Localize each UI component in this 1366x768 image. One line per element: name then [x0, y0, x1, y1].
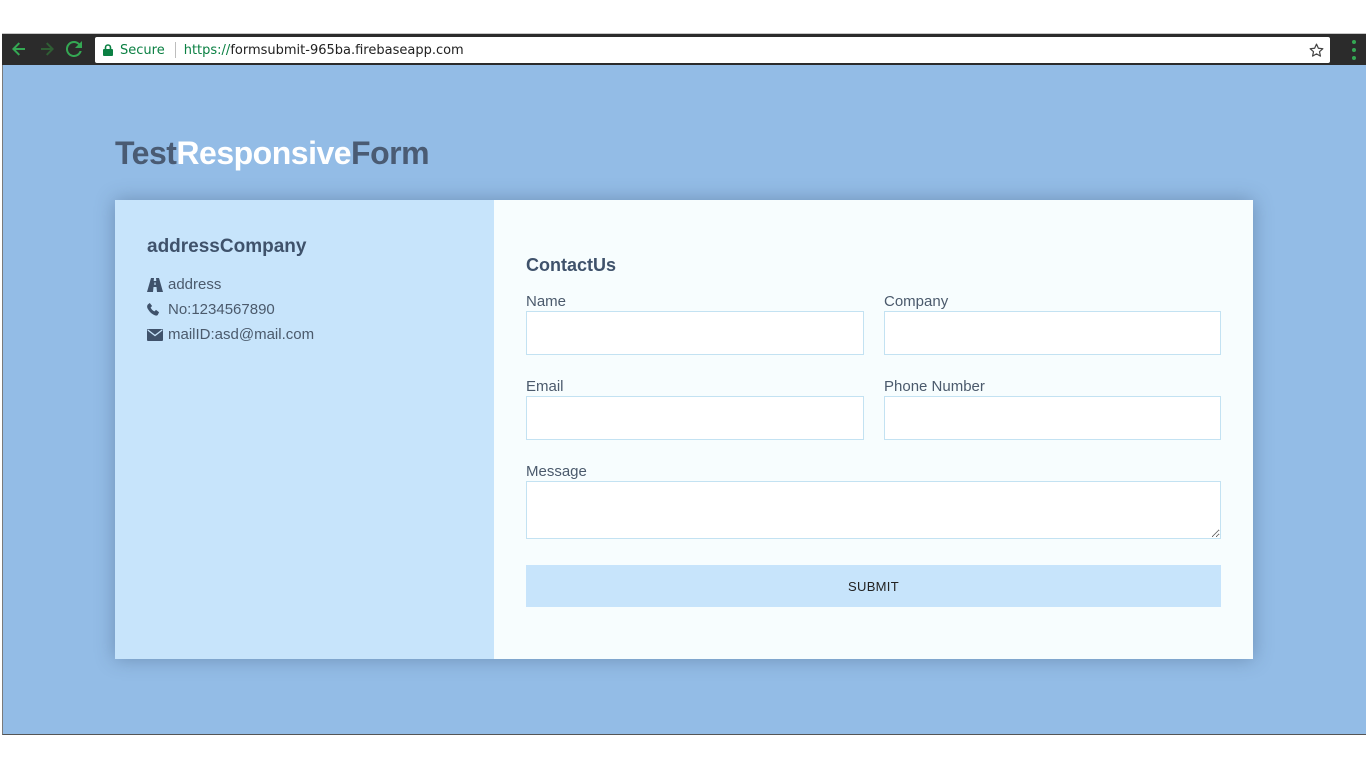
back-arrow-icon[interactable] [7, 37, 31, 61]
company-info-panel: addressCompany address No:1234567890 mai… [115, 200, 494, 659]
phone-icon [147, 303, 163, 317]
form-title: ContactUs [526, 255, 617, 275]
name-input[interactable] [526, 311, 864, 355]
address-bar[interactable]: Secure https:// formsubmit-965ba.firebas… [95, 37, 1330, 63]
email-input[interactable] [526, 396, 864, 440]
road-icon [147, 277, 163, 292]
company-title: addressCompany [147, 236, 307, 257]
company-input[interactable] [884, 311, 1221, 355]
list-item-address: address [147, 272, 494, 297]
page-background: TestResponsiveForm addressCompany addres… [2, 65, 1366, 735]
message-label: Message [526, 463, 587, 480]
contact-form-panel: ContactUs Name Company Email Phone Numbe… [494, 200, 1253, 659]
message-textarea[interactable] [526, 481, 1221, 539]
address-text: address [168, 276, 222, 293]
url-scheme: https:// [183, 42, 231, 58]
phone-label: Phone Number [884, 378, 985, 395]
phone-input[interactable] [884, 396, 1221, 440]
secure-label: Secure [120, 42, 165, 58]
company-field-group: Company [884, 292, 1221, 355]
forward-arrow-icon[interactable] [35, 37, 59, 61]
brand-part-test: Test [115, 135, 177, 171]
envelope-icon [147, 328, 163, 342]
list-item-phone: No:1234567890 [147, 297, 494, 322]
submit-button[interactable]: SUBMIT [526, 565, 1221, 607]
contact-info-list: address No:1234567890 mailID:asd@mail.co… [147, 272, 494, 347]
email-label: Email [526, 378, 564, 395]
browser-toolbar: Secure https:// formsubmit-965ba.firebas… [2, 33, 1366, 65]
contact-form: Name Company Email Phone Number Message [526, 292, 1221, 565]
name-field-group: Name [526, 292, 864, 355]
name-label: Name [526, 293, 567, 310]
url-host: formsubmit-965ba.firebaseapp.com [230, 42, 464, 58]
list-item-email: mailID:asd@mail.com [147, 322, 494, 347]
form-card: addressCompany address No:1234567890 mai… [115, 200, 1253, 659]
email-field-group: Email [526, 377, 864, 440]
brand-part-form: Form [351, 135, 430, 171]
star-icon[interactable] [1306, 40, 1326, 60]
page-title: TestResponsiveForm [115, 135, 430, 172]
lock-icon [103, 44, 113, 56]
phone-text: No:1234567890 [168, 301, 275, 318]
brand-part-responsive: Responsive [176, 135, 352, 171]
reload-icon[interactable] [62, 37, 86, 61]
omnibox-divider [174, 42, 176, 58]
message-field-group: Message [526, 462, 1221, 539]
company-label: Company [884, 293, 949, 310]
email-text: mailID:asd@mail.com [168, 326, 315, 343]
phone-field-group: Phone Number [884, 377, 1221, 440]
menu-dots-icon[interactable] [1348, 40, 1360, 60]
